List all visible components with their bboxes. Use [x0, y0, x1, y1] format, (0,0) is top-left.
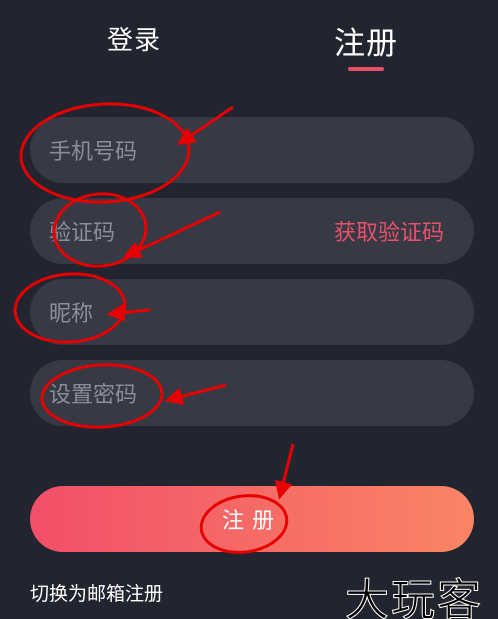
watermark-logo: 大玩客: [345, 575, 483, 619]
verification-code-field[interactable]: 验证码 获取验证码: [30, 198, 474, 264]
auth-tabs: 登录 注册: [0, 0, 498, 80]
password-field[interactable]: 设置密码: [30, 360, 474, 426]
active-tab-indicator: [348, 67, 384, 71]
password-placeholder: 设置密码: [49, 383, 138, 408]
tab-login[interactable]: 登录: [104, 20, 164, 57]
get-code-button[interactable]: 获取验证码: [334, 215, 444, 247]
phone-field[interactable]: 手机号码: [30, 117, 474, 183]
register-screen: 登录 注册 手机号码 验证码 获取验证码 昵称 设置密码 注册 切换为邮箱注册 …: [0, 0, 498, 619]
nickname-field[interactable]: 昵称: [30, 279, 474, 345]
register-button[interactable]: 注册: [30, 486, 474, 552]
code-placeholder: 验证码: [49, 221, 116, 246]
nickname-placeholder: 昵称: [49, 302, 94, 327]
phone-placeholder: 手机号码: [49, 140, 138, 165]
switch-to-email-link[interactable]: 切换为邮箱注册: [30, 579, 163, 606]
tab-register[interactable]: 注册: [330, 18, 402, 63]
